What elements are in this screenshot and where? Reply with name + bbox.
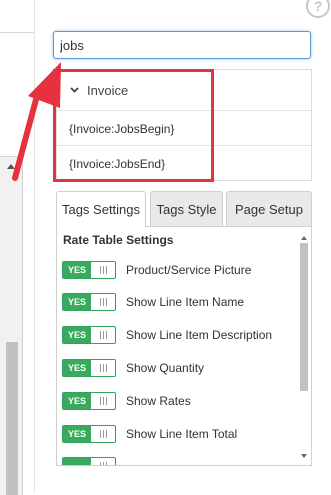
toggle-on-label — [63, 458, 91, 465]
settings-scrollbar[interactable] — [299, 235, 309, 459]
setting-row-partial — [62, 456, 116, 465]
settings-scrollbar-thumb[interactable] — [300, 243, 308, 391]
toggle-on-label: YES — [63, 294, 91, 310]
scroll-down-arrow-icon[interactable] — [299, 453, 309, 459]
result-item-jobs-begin[interactable]: {Invoice:JobsBegin} — [57, 113, 311, 146]
scroll-up-arrow-icon[interactable] — [0, 157, 22, 175]
tab-tags-style[interactable]: Tags Style — [150, 191, 223, 226]
chevron-down-icon — [70, 87, 79, 93]
search-results: Invoice {Invoice:JobsBegin} {Invoice:Job… — [56, 69, 312, 181]
toggle-handle-icon — [91, 327, 115, 343]
setting-row: YES Show Line Item Name — [62, 292, 244, 312]
settings-section-title: Rate Table Settings — [63, 233, 174, 247]
toggle-switch[interactable]: YES — [62, 392, 116, 410]
setting-row: YES Show Rates — [62, 391, 191, 411]
result-group-label: Invoice — [87, 82, 129, 98]
toggle-handle-icon — [91, 393, 115, 409]
toggle-switch[interactable]: YES — [62, 261, 116, 279]
settings-panel: Rate Table Settings YES Product/Service … — [56, 226, 312, 466]
toggle-handle-icon — [91, 294, 115, 310]
setting-label: Show Line Item Total — [126, 427, 238, 441]
toggle-on-label: YES — [63, 360, 91, 376]
toggle-switch[interactable]: YES — [62, 326, 116, 344]
left-panel-fragment — [0, 32, 35, 155]
setting-label: Show Line Item Description — [126, 328, 273, 342]
result-group-invoice[interactable]: Invoice — [57, 70, 311, 111]
toggle-handle-icon — [91, 360, 115, 376]
setting-row: YES Show Quantity — [62, 358, 204, 378]
setting-label: Show Quantity — [126, 361, 205, 375]
toggle-handle-icon — [91, 458, 115, 465]
result-item-jobs-end[interactable]: {Invoice:JobsEnd} — [57, 147, 311, 180]
setting-label: Product/Service Picture — [126, 263, 252, 277]
setting-row: YES Show Line Item Total — [62, 424, 237, 444]
setting-row: YES Show Line Item Description — [62, 325, 272, 345]
toggle-on-label: YES — [63, 426, 91, 442]
toggle-switch[interactable]: YES — [62, 293, 116, 311]
help-icon[interactable]: ? — [306, 0, 330, 18]
pane-divider — [34, 0, 35, 494]
tab-page-setup[interactable]: Page Setup — [226, 191, 312, 226]
setting-label: Show Rates — [126, 394, 191, 408]
left-scrollbar[interactable] — [0, 156, 23, 495]
toggle-switch[interactable]: YES — [62, 425, 116, 443]
toggle-handle-icon — [91, 426, 115, 442]
scroll-up-arrow-icon[interactable] — [299, 235, 309, 241]
tab-tags-settings[interactable]: Tags Settings — [56, 191, 146, 227]
toggle-handle-icon — [91, 262, 115, 278]
toggle-switch[interactable]: YES — [62, 359, 116, 377]
tabs-bar: Tags Settings Tags Style Page Setup — [56, 191, 312, 227]
toggle-on-label: YES — [63, 327, 91, 343]
toggle-on-label: YES — [63, 393, 91, 409]
toggle-on-label: YES — [63, 262, 91, 278]
setting-label: Show Line Item Name — [126, 295, 245, 309]
left-scrollbar-thumb[interactable] — [6, 342, 18, 495]
setting-row: YES Product/Service Picture — [62, 260, 251, 280]
toggle-switch[interactable] — [62, 457, 116, 465]
search-input[interactable] — [53, 31, 311, 59]
